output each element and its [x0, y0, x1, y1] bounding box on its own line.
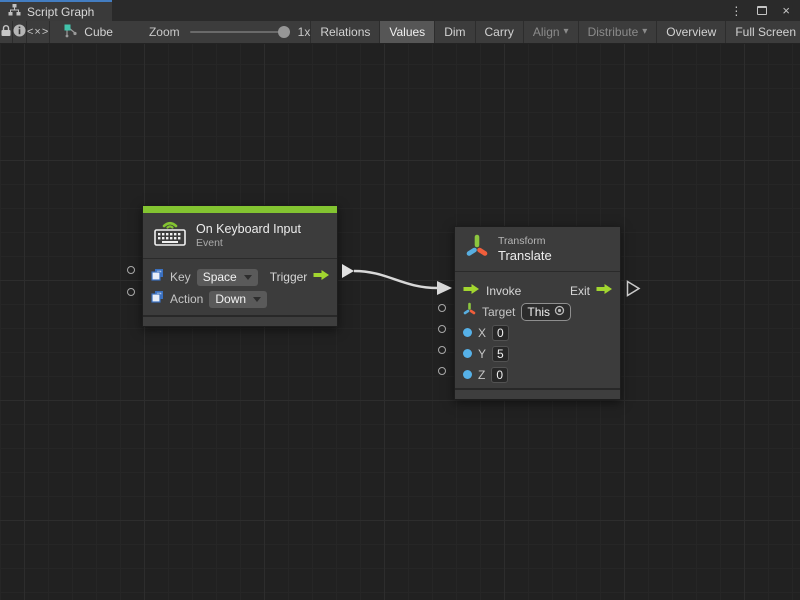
toolbar-main-segment: Cube Zoom 1x — [50, 21, 311, 43]
tab-script-graph[interactable]: Script Graph — [0, 0, 112, 21]
flow-arrow-icon — [596, 282, 613, 300]
trigger-port-label: Trigger — [270, 270, 308, 284]
z-value-field[interactable]: 0 — [491, 367, 508, 383]
node-title: On Keyboard Input — [196, 222, 301, 237]
tab-title: Script Graph — [27, 5, 94, 19]
overview-button[interactable]: Overview — [657, 21, 726, 43]
value-port-icon — [463, 370, 472, 379]
dim-button[interactable]: Dim — [435, 21, 475, 43]
node-on-keyboard-input[interactable]: On Keyboard Input Event Key Space — [142, 205, 338, 327]
carry-button[interactable]: Carry — [476, 21, 524, 43]
zoom-slider-handle[interactable] — [278, 26, 290, 38]
flow-arrow-icon — [463, 282, 480, 300]
target-port-label: Target — [482, 305, 515, 319]
relations-button[interactable]: Relations — [311, 21, 380, 43]
maximize-icon[interactable] — [757, 6, 767, 15]
z-input-port[interactable] — [438, 367, 446, 375]
target-input-port[interactable] — [438, 304, 446, 312]
lock-button[interactable] — [0, 21, 13, 43]
transform-mini-icon — [463, 302, 476, 321]
connection-wire — [0, 44, 800, 600]
x-port-label: X — [478, 326, 486, 340]
wire-arrowhead — [437, 281, 452, 295]
chevron-down-icon — [244, 275, 252, 280]
y-port-label: Y — [478, 347, 486, 361]
chevron-down-icon — [253, 297, 261, 302]
trigger-output-port[interactable] — [342, 264, 354, 278]
value-port-icon — [463, 349, 472, 358]
align-button[interactable]: Align ▾ — [524, 21, 579, 43]
literal-icon — [151, 268, 164, 286]
y-value-field[interactable]: 5 — [492, 346, 509, 362]
node-title: Translate — [498, 248, 552, 264]
lock-icon — [0, 24, 12, 40]
graph-name: Cube — [84, 25, 113, 39]
node-subtitle: Event — [196, 237, 301, 249]
literal-icon — [151, 290, 164, 308]
zoom-label: Zoom — [149, 25, 180, 39]
chevron-down-icon: ▾ — [564, 27, 569, 37]
graph-hierarchy-icon — [8, 4, 21, 19]
graph-canvas[interactable]: On Keyboard Input Event Key Space — [0, 44, 800, 600]
inspect-button[interactable] — [13, 21, 27, 43]
action-port-label: Action — [170, 292, 203, 306]
fullscreen-button[interactable]: Full Screen — [726, 21, 800, 43]
distribute-button[interactable]: Distribute ▾ — [579, 21, 658, 43]
key-input-port[interactable] — [127, 266, 135, 274]
action-dropdown[interactable]: Down — [209, 291, 267, 308]
object-picker-icon — [554, 305, 565, 319]
window-menu-icon[interactable]: ⋮ — [730, 4, 742, 18]
target-object-field[interactable]: This — [521, 303, 571, 321]
exit-output-port[interactable] — [626, 280, 641, 297]
node-footer — [143, 315, 337, 326]
preview-code-button[interactable]: <×> — [27, 21, 50, 43]
exit-port-label: Exit — [570, 284, 590, 298]
y-input-port[interactable] — [438, 346, 446, 354]
zoom-slider[interactable] — [190, 31, 290, 33]
zoom-value: 1x — [298, 25, 311, 39]
title-bar: Script Graph ⋮ × — [0, 0, 800, 21]
x-value-field[interactable]: 0 — [492, 325, 509, 341]
node-footer — [455, 388, 620, 399]
key-port-label: Key — [170, 270, 191, 284]
event-accent-strip — [143, 206, 337, 213]
flow-arrow-icon — [313, 268, 330, 286]
values-button[interactable]: Values — [380, 21, 435, 43]
node-transform-translate[interactable]: Transform Translate Invoke Exit — [454, 226, 621, 400]
code-icon: <×> — [27, 26, 49, 38]
key-dropdown[interactable]: Space — [197, 269, 258, 286]
action-input-port[interactable] — [127, 288, 135, 296]
z-port-label: Z — [478, 368, 485, 382]
value-port-icon — [463, 328, 472, 337]
graph-icon — [64, 24, 78, 41]
node-category: Transform — [498, 235, 552, 248]
close-icon[interactable]: × — [782, 3, 790, 18]
graph-toolbar: <×> Cube Zoom 1x Relations Values Dim Ca… — [0, 21, 800, 44]
invoke-port-label: Invoke — [486, 284, 521, 298]
chevron-down-icon: ▾ — [642, 27, 647, 37]
keyboard-icon — [153, 219, 187, 252]
transform-icon — [465, 233, 489, 265]
info-icon — [13, 24, 26, 40]
x-input-port[interactable] — [438, 325, 446, 333]
